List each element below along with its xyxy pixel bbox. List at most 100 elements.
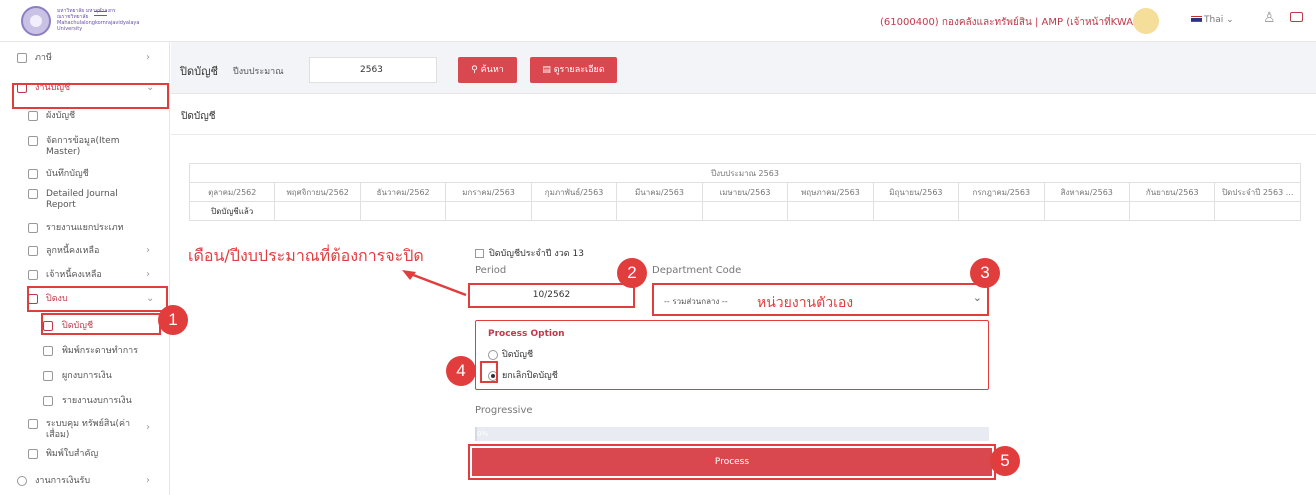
sidebar: ภาษี › งานบัญชี ⌄ ผังบัญชี จัดการข้อมูล(… (0, 42, 170, 495)
bell-icon[interactable]: ♙ (1263, 10, 1276, 26)
checklist-icon (28, 270, 38, 280)
sidebar-item-print-voucher[interactable]: พิมพ์ใบสำคัญ (0, 446, 170, 466)
checkbox-icon[interactable] (475, 249, 484, 258)
month-status-cell (359, 201, 447, 221)
university-logo-icon[interactable] (21, 6, 51, 36)
highlight-accounting-menu (12, 83, 169, 109)
annotation-number: 4 (446, 356, 476, 386)
fiscal-year-label: ปีงบประมาณ (233, 67, 284, 77)
sidebar-item-label: เจ้าหนี้คงเหลือ (46, 270, 102, 280)
sidebar-item-label: รายงานงบการเงิน (62, 396, 132, 406)
month-column-header: ธันวาคม/2562 (359, 182, 447, 202)
sidebar-item-item-master[interactable]: จัดการข้อมูล(Item Master) (0, 133, 170, 161)
table-header-fiscal-year: ปีงบประมาณ 2563 (189, 163, 1301, 183)
sidebar-item-label: พิมพ์ใบสำคัญ (46, 449, 99, 459)
card-header: ปิดบัญชี (171, 95, 1316, 135)
month-column-header: ตุลาคม/2562 (188, 182, 276, 202)
table-row-months: ตุลาคม/2562 พฤศจิกายน/2562 ธันวาคม/2562 มกร… (188, 182, 1301, 202)
sidebar-item-receipts[interactable]: งานการเงินรับ › (0, 473, 170, 493)
menu-icon[interactable] (94, 11, 107, 19)
radio-cancel-close[interactable]: ยกเลิกปิดบัญชี (488, 368, 558, 382)
sidebar-item-label: บันทึกบัญชี (46, 169, 89, 179)
sidebar-item-print-worksheet[interactable]: พิมพ์กระดาษทำการ (0, 343, 170, 363)
month-status-cell (1043, 201, 1130, 221)
sidebar-item-journal-entry[interactable]: บันทึกบัญชี (0, 166, 170, 186)
card-title: ปิดบัญชี (181, 111, 216, 122)
month-column-header: พฤษภาคม/2563 (787, 182, 874, 202)
document-icon (43, 346, 53, 356)
chevron-right-icon: › (146, 52, 150, 63)
progress-fill: 0% (475, 427, 488, 441)
month-column-header: ปิดประจำปี 2563 ... (1214, 182, 1301, 202)
sidebar-item-label: รายงานแยกประเภท (46, 223, 124, 233)
month-status-cell (1128, 201, 1216, 221)
period-label: Period (475, 265, 507, 276)
page-title: ปิดบัญชี (180, 65, 218, 78)
toolbar: ปิดบัญชี ปีงบประมาณ 2563 ⚲ ค้นหา ▤ ดูราย… (171, 42, 1316, 94)
view-detail-button[interactable]: ▤ ดูรายละเอียด (530, 57, 617, 83)
sidebar-item-detailed-journal-report[interactable]: Detailed Journal Report (0, 186, 170, 214)
department-code-select[interactable]: -- รวมส่วนกลาง -- หน่วยงานตัวเอง ⌄ (652, 283, 989, 316)
process-button[interactable]: Process (472, 448, 992, 476)
printer-icon (28, 449, 38, 459)
fiscal-year-input[interactable]: 2563 (309, 57, 437, 83)
sidebar-item-label: ผังบัญชี (46, 111, 76, 121)
chat-icon[interactable] (1290, 12, 1303, 22)
annotation-number: 5 (990, 446, 1020, 476)
search-button-label: ค้นหา (480, 65, 504, 75)
user-info[interactable]: (61000400) กองคลังและทรัพย์สิน | AMP (เจ… (880, 15, 1150, 30)
sidebar-item-tax[interactable]: ภาษี › (0, 50, 170, 70)
sidebar-item-financial-report[interactable]: รายงานงบการเงิน (0, 393, 170, 413)
document-icon (43, 396, 53, 406)
process-option-title: Process Option (488, 329, 565, 339)
sidebar-item-receivables[interactable]: ลูกหนี้คงเหลือ › (0, 243, 170, 263)
radio-icon[interactable] (488, 349, 498, 360)
view-detail-label: ดูรายละเอียด (553, 65, 605, 75)
sidebar-item-link-statements[interactable]: ผูกงบการเงิน (0, 368, 170, 388)
list-icon: ▤ (542, 65, 551, 75)
month-status-cell (1214, 201, 1301, 221)
month-column-header: เมษายน/2563 (701, 182, 789, 202)
department-code-value: -- รวมส่วนกลาง -- (664, 297, 728, 306)
progressive-label: Progressive (475, 405, 533, 416)
sidebar-item-ledger-report[interactable]: รายงานแยกประเภท (0, 220, 170, 240)
month-status-cell (872, 201, 960, 221)
annual-close-checkbox[interactable]: ปิดบัญชีประจำปี งวด 13 (475, 246, 584, 260)
highlight-close-accounts-menu (41, 313, 161, 335)
radio-highlight-annotation (480, 361, 498, 383)
list-icon (28, 223, 38, 233)
avatar[interactable] (1133, 8, 1159, 34)
month-status-cell (616, 201, 703, 221)
highlight-closing-menu (27, 286, 168, 312)
university-name: มหาวิทยาลัย มหาจุฬาลงกรณราชวิทยาลัย Maha… (57, 8, 140, 32)
sidebar-item-label: ลูกหนี้คงเหลือ (46, 246, 100, 256)
radio-cancel-label: ยกเลิกปิดบัญชี (502, 371, 558, 381)
month-column-header: สิงหาคม/2563 (1043, 182, 1130, 202)
sidebar-item-chart-of-accounts[interactable]: ผังบัญชี (0, 108, 170, 128)
month-column-header: กันยายน/2563 (1128, 182, 1216, 202)
search-icon: ⚲ (471, 65, 478, 75)
closing-status-table: ปีงบประมาณ 2563 ตุลาคม/2562 พฤศจิกายน/256… (188, 163, 1301, 221)
document-icon (28, 111, 38, 121)
radio-close-accounts[interactable]: ปิดบัญชี (488, 347, 533, 361)
document-icon (28, 136, 38, 146)
annual-close-label: ปิดบัญชีประจำปี งวด 13 (489, 249, 584, 259)
sidebar-item-label: ผูกงบการเงิน (62, 371, 112, 381)
month-status-cell (274, 201, 361, 221)
period-input[interactable]: 10/2562 (468, 283, 635, 308)
sidebar-item-payables[interactable]: เจ้าหนี้คงเหลือ › (0, 267, 170, 287)
list-icon (28, 189, 38, 199)
department-code-label: Department Code (652, 265, 742, 276)
receipt-icon (17, 53, 27, 63)
sidebar-item-label: จัดการข้อมูล(Item Master) (46, 136, 120, 157)
chevron-right-icon: › (146, 475, 150, 486)
sidebar-item-asset-control[interactable]: ระบบคุม ทรัพย์สิน(ค่าเสื่อม) › (0, 416, 170, 444)
sidebar-item-label: ระบบคุม ทรัพย์สิน(ค่าเสื่อม) (46, 419, 131, 440)
search-button[interactable]: ⚲ ค้นหา (458, 57, 517, 83)
language-selector[interactable]: Thai ⌄ (1191, 15, 1234, 25)
annotation-number: 2 (617, 258, 647, 288)
sidebar-item-label: ภาษี (35, 53, 52, 63)
chevron-right-icon: › (146, 422, 150, 433)
progress-bar: 0% (475, 427, 989, 441)
arrow-annotation-icon (402, 270, 467, 297)
